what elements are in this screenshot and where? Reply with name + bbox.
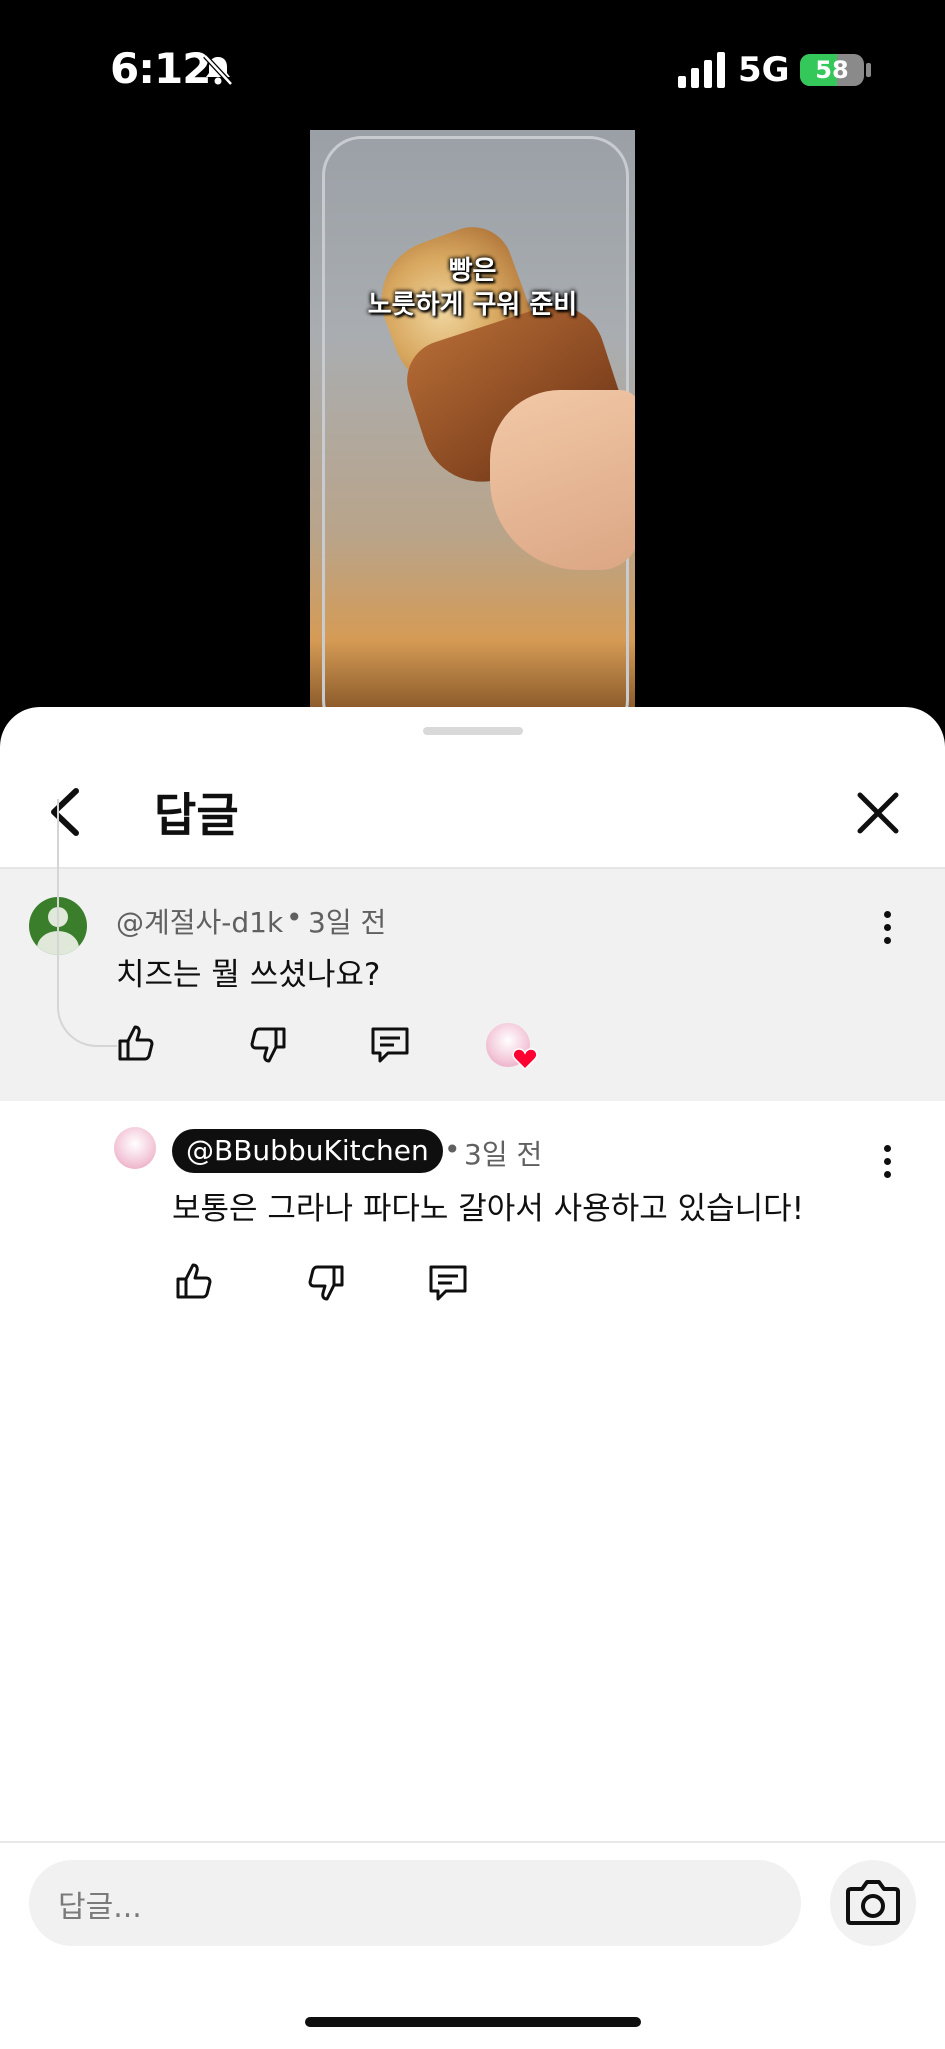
- meta-separator: •: [286, 901, 303, 934]
- replies-sheet: 답글 @계절사-d1k • 3일 전 치즈는 뭘 쓰셨나요? @BBubbuKi…: [0, 707, 945, 2049]
- reply-input-placeholder: 답글...: [58, 1890, 142, 1925]
- more-icon[interactable]: [882, 1145, 892, 1185]
- battery-percent: 58: [815, 56, 849, 84]
- close-icon[interactable]: [850, 785, 906, 841]
- avatar[interactable]: [114, 1127, 156, 1169]
- camera-icon: [846, 1880, 900, 1925]
- video-caption-line2: 노릇하게 구워 준비: [367, 290, 578, 320]
- drag-handle[interactable]: [423, 727, 523, 735]
- meta-separator: •: [444, 1133, 461, 1166]
- dislike-icon[interactable]: [246, 1023, 290, 1067]
- video-player[interactable]: 빵은 노릇하게 구워 준비: [310, 130, 635, 710]
- battery-cap: [866, 63, 871, 77]
- network-type: 5G: [738, 50, 790, 90]
- comment-text: 보통은 그라나 파다노 갈아서 사용하고 있습니다!: [172, 1191, 805, 1227]
- video-caption-line1: 빵은: [448, 256, 497, 286]
- bell-slash-icon: [203, 54, 233, 86]
- reply-icon[interactable]: [426, 1261, 470, 1305]
- camera-button[interactable]: [830, 1860, 916, 1946]
- signal-icon: [678, 52, 725, 88]
- battery-icon: 58: [800, 54, 864, 86]
- status-time: 6:12: [110, 44, 211, 93]
- reply-input[interactable]: [29, 1860, 801, 1946]
- composer-divider: [0, 1841, 945, 1843]
- video-caption: 빵은 노릇하게 구워 준비: [310, 254, 635, 322]
- like-icon[interactable]: [172, 1259, 216, 1303]
- comment-author[interactable]: @계절사-d1k: [116, 901, 283, 941]
- parent-comment: @계절사-d1k • 3일 전 치즈는 뭘 쓰셨나요?: [0, 869, 945, 1101]
- comment-time: 3일 전: [308, 906, 387, 939]
- reply-icon[interactable]: [368, 1023, 412, 1067]
- sheet-title: 답글: [154, 788, 239, 842]
- more-icon[interactable]: [882, 911, 892, 951]
- dislike-icon[interactable]: [304, 1261, 348, 1305]
- creator-heart-avatar: [486, 1023, 538, 1071]
- status-bar: 6:12 5G 58: [0, 0, 945, 130]
- creator-author-chip[interactable]: @BBubbuKitchen: [172, 1129, 443, 1173]
- like-icon[interactable]: [114, 1021, 158, 1065]
- comment-text: 치즈는 뭘 쓰셨나요?: [116, 957, 381, 993]
- heart-icon: [512, 1048, 538, 1071]
- thread-connector: [57, 799, 117, 1047]
- comment-time: 3일 전: [464, 1138, 543, 1171]
- home-indicator: [305, 2017, 641, 2027]
